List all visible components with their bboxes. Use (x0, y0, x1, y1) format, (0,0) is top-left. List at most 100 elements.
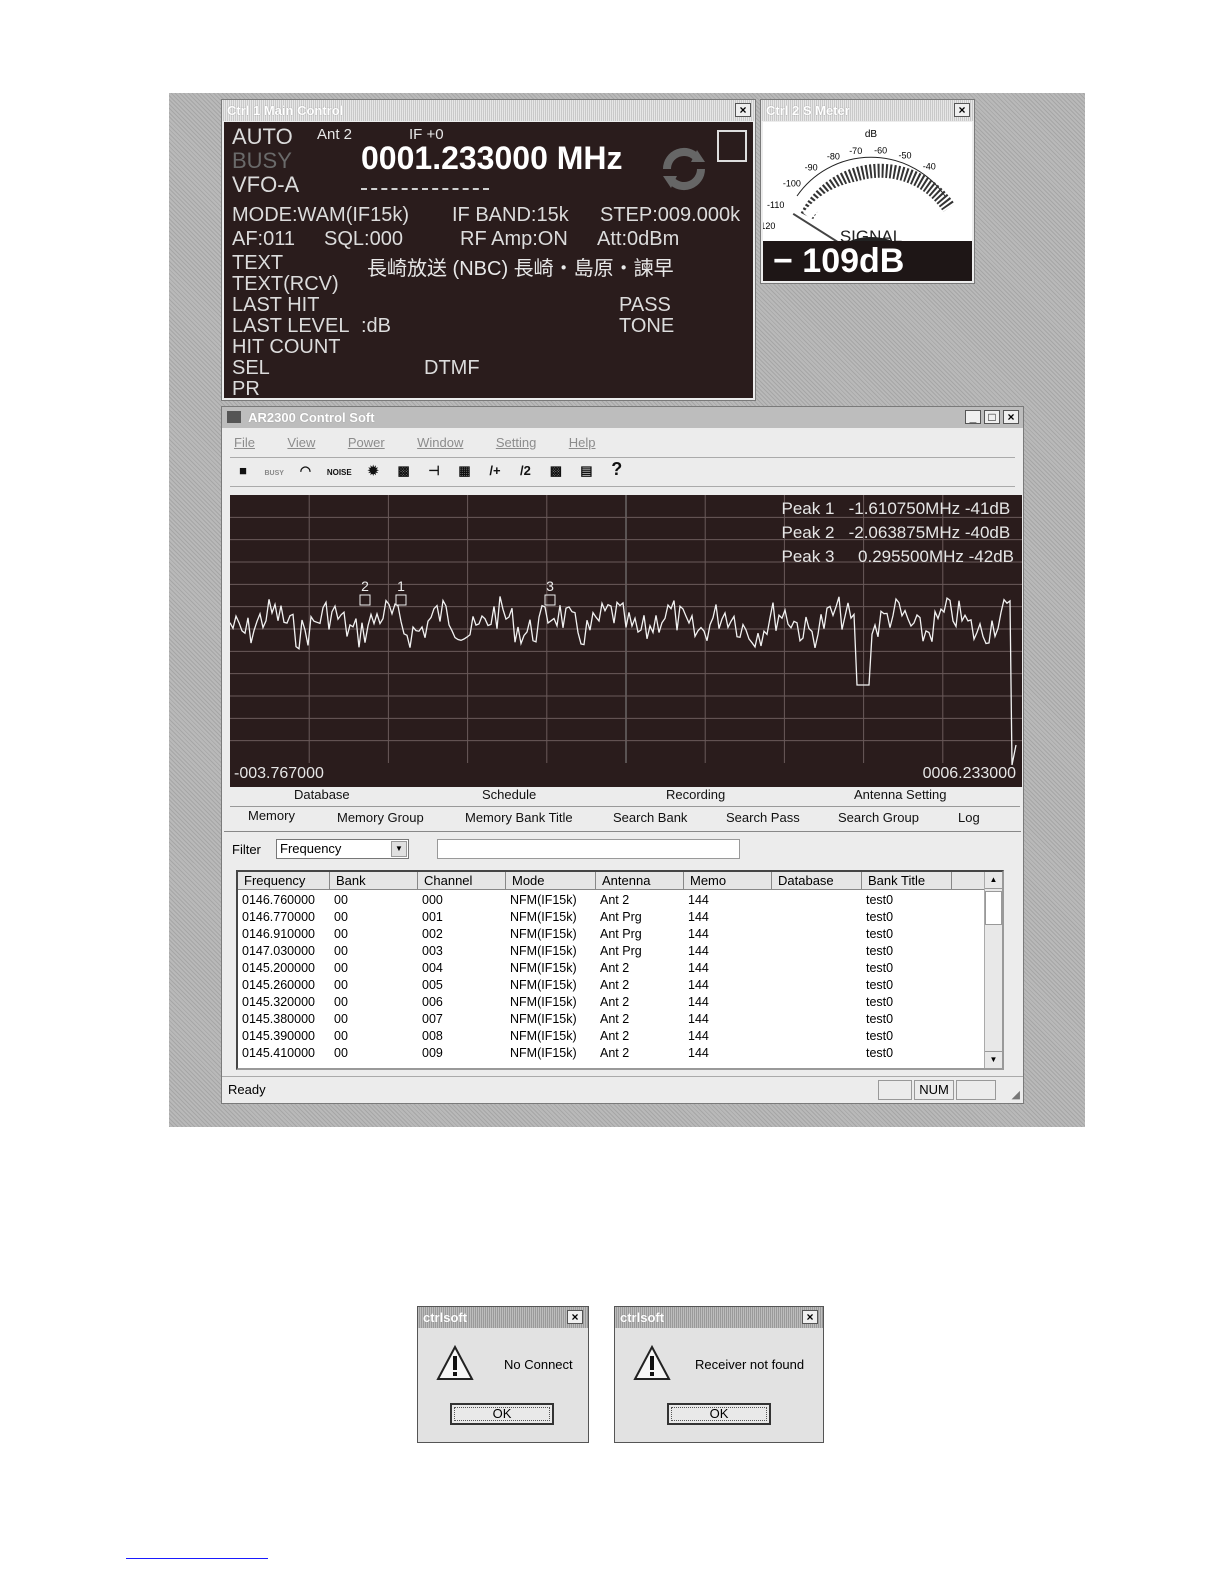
list2-icon[interactable]: ▤ (577, 460, 595, 482)
mode-value[interactable]: MODE:WAM(IF15k) (232, 204, 409, 227)
dialog-2-ok-button[interactable]: OK (667, 1403, 771, 1425)
status-text: Ready (228, 1082, 266, 1097)
tab-schedule[interactable]: Schedule (482, 787, 536, 802)
record-box[interactable] (717, 130, 747, 162)
minimize-button[interactable]: _ (965, 410, 981, 424)
scroll-down-icon[interactable]: ▼ (985, 1051, 1002, 1068)
menu-file[interactable]: File (234, 435, 255, 450)
table-cell: 0145.320000 (242, 995, 315, 1009)
s-meter-close-button[interactable]: × (954, 103, 970, 117)
table-cell: 00 (334, 910, 348, 924)
help-icon[interactable]: ? (608, 458, 626, 480)
col-bank[interactable]: Bank (330, 872, 418, 890)
main-control-close-button[interactable]: × (735, 103, 751, 117)
auto-label[interactable]: AUTO (232, 124, 293, 150)
table-cell: test0 (866, 910, 894, 924)
tab-search-pass[interactable]: Search Pass (726, 810, 800, 825)
table-cell: 0147.030000 (242, 944, 315, 958)
resize-grip-icon[interactable]: ◢ (1012, 1088, 1020, 1101)
table-cell: Ant 2 (600, 1046, 630, 1060)
main-control-titlebar[interactable]: Ctrl 1 Main Control × (222, 100, 755, 121)
tab-search-bank[interactable]: Search Bank (613, 810, 687, 825)
app-titlebar[interactable]: AR2300 Control Soft _ □ × (222, 407, 1023, 428)
bug-icon[interactable]: ✹ (364, 460, 382, 482)
table-cell: NFM(IF15k) (510, 961, 577, 975)
tab-memory[interactable]: Memory (248, 808, 295, 823)
dialog-1-ok-button[interactable]: OK (450, 1403, 554, 1425)
col-mode[interactable]: Mode (506, 872, 596, 890)
tab-recording[interactable]: Recording (666, 787, 725, 802)
menu-setting[interactable]: Setting (496, 435, 536, 450)
table-cell: NFM(IF15k) (510, 893, 577, 907)
menu-power[interactable]: Power (348, 435, 385, 450)
filter-text-input[interactable] (437, 839, 740, 859)
chevron-down-icon[interactable]: ▼ (391, 841, 407, 857)
meter-icon[interactable]: ◠ (296, 460, 314, 482)
vfo-label[interactable]: VFO-A (232, 172, 299, 198)
dialog-1-close-button[interactable]: × (567, 1310, 583, 1324)
table-cell: 00 (334, 927, 348, 941)
filter-select-value: Frequency (280, 841, 342, 856)
s-meter-readout: − 109dB (763, 241, 972, 281)
col-channel[interactable]: Channel (418, 872, 506, 890)
spectrum-display[interactable]: 2 1 3 Peak 1 -1.610750MHz -41dB Peak 2 -2.… (229, 495, 1022, 787)
main-control-panel: AUTO Ant 2 IF +0 BUSY VFO-A 0001.233000 … (224, 122, 753, 400)
s-meter-db-label: dB (865, 129, 878, 140)
col-antenna[interactable]: Antenna (596, 872, 684, 890)
tab-search-group[interactable]: Search Group (838, 810, 919, 825)
col-memo[interactable]: Memo (684, 872, 772, 890)
sql-value[interactable]: SQL:000 (324, 228, 403, 251)
scroll-thumb[interactable] (985, 891, 1002, 925)
tab-memory-group[interactable]: Memory Group (337, 810, 424, 825)
table-cell: NFM(IF15k) (510, 944, 577, 958)
dialog-2-close-button[interactable]: × (802, 1310, 818, 1324)
s-meter-titlebar[interactable]: Ctrl 2 S Meter × (761, 100, 974, 121)
step-value[interactable]: STEP:009.000k (600, 204, 740, 227)
s-meter-tick-label: -120 (763, 221, 775, 231)
tab-database[interactable]: Database (294, 787, 350, 802)
half-icon[interactable]: /2 (516, 460, 534, 482)
col-bank-title[interactable]: Bank Title (862, 872, 952, 890)
scroll-up-icon[interactable]: ▲ (985, 872, 1002, 889)
table-cell: 144 (688, 944, 709, 958)
dialog-1-titlebar[interactable]: ctrlsoft × (418, 1307, 588, 1328)
table-cell: Ant 2 (600, 893, 630, 907)
frequency-display[interactable]: 0001.233000 MHz (361, 140, 623, 177)
plus-icon[interactable]: /+ (486, 460, 504, 482)
app-close-button[interactable]: × (1003, 410, 1019, 424)
antenna-icon[interactable]: ⊣ (425, 460, 443, 482)
noise-icon[interactable]: NOISE (327, 462, 352, 484)
dialog-2-titlebar[interactable]: ctrlsoft × (615, 1307, 823, 1328)
dialog-2-message: Receiver not found (695, 1357, 805, 1372)
tab-divider (230, 806, 1020, 807)
tab-log[interactable]: Log (958, 810, 980, 825)
filter-select[interactable]: Frequency ▼ (276, 839, 409, 859)
card-icon[interactable]: ▩ (395, 460, 413, 482)
spectrum-trace (229, 596, 1017, 766)
grid-icon[interactable]: ▦ (456, 460, 474, 482)
af-value[interactable]: AF:011 (232, 228, 295, 251)
vertical-scrollbar[interactable]: ▲ ▼ (984, 872, 1002, 1068)
tab-memory-bank-title[interactable]: Memory Bank Title (465, 810, 573, 825)
busy-icon[interactable]: BUSY (264, 469, 283, 491)
col-database[interactable]: Database (772, 872, 862, 890)
peak-marker-label: 2 (361, 578, 369, 594)
table-cell: 006 (422, 995, 443, 1009)
table-cell: NFM(IF15k) (510, 1046, 577, 1060)
menu-view[interactable]: View (287, 435, 315, 450)
table-cell: test0 (866, 927, 894, 941)
col-frequency[interactable]: Frequency (238, 872, 330, 890)
menu-window[interactable]: Window (417, 435, 463, 450)
dial-icon[interactable] (659, 144, 709, 194)
if-band-value[interactable]: IF BAND:15k (452, 204, 569, 227)
warning-icon (633, 1345, 671, 1380)
rf-amp-value[interactable]: RF Amp:ON (460, 228, 568, 251)
list-icon[interactable]: ▩ (547, 460, 565, 482)
tab-antenna-setting[interactable]: Antenna Setting (854, 787, 947, 802)
table-cell: 0145.390000 (242, 1029, 315, 1043)
save-icon[interactable]: ■ (234, 460, 252, 482)
att-value[interactable]: Att:0dBm (597, 228, 679, 251)
menu-help[interactable]: Help (569, 435, 596, 450)
maximize-button[interactable]: □ (984, 410, 1000, 424)
antenna-value[interactable]: Ant 2 (317, 126, 352, 143)
